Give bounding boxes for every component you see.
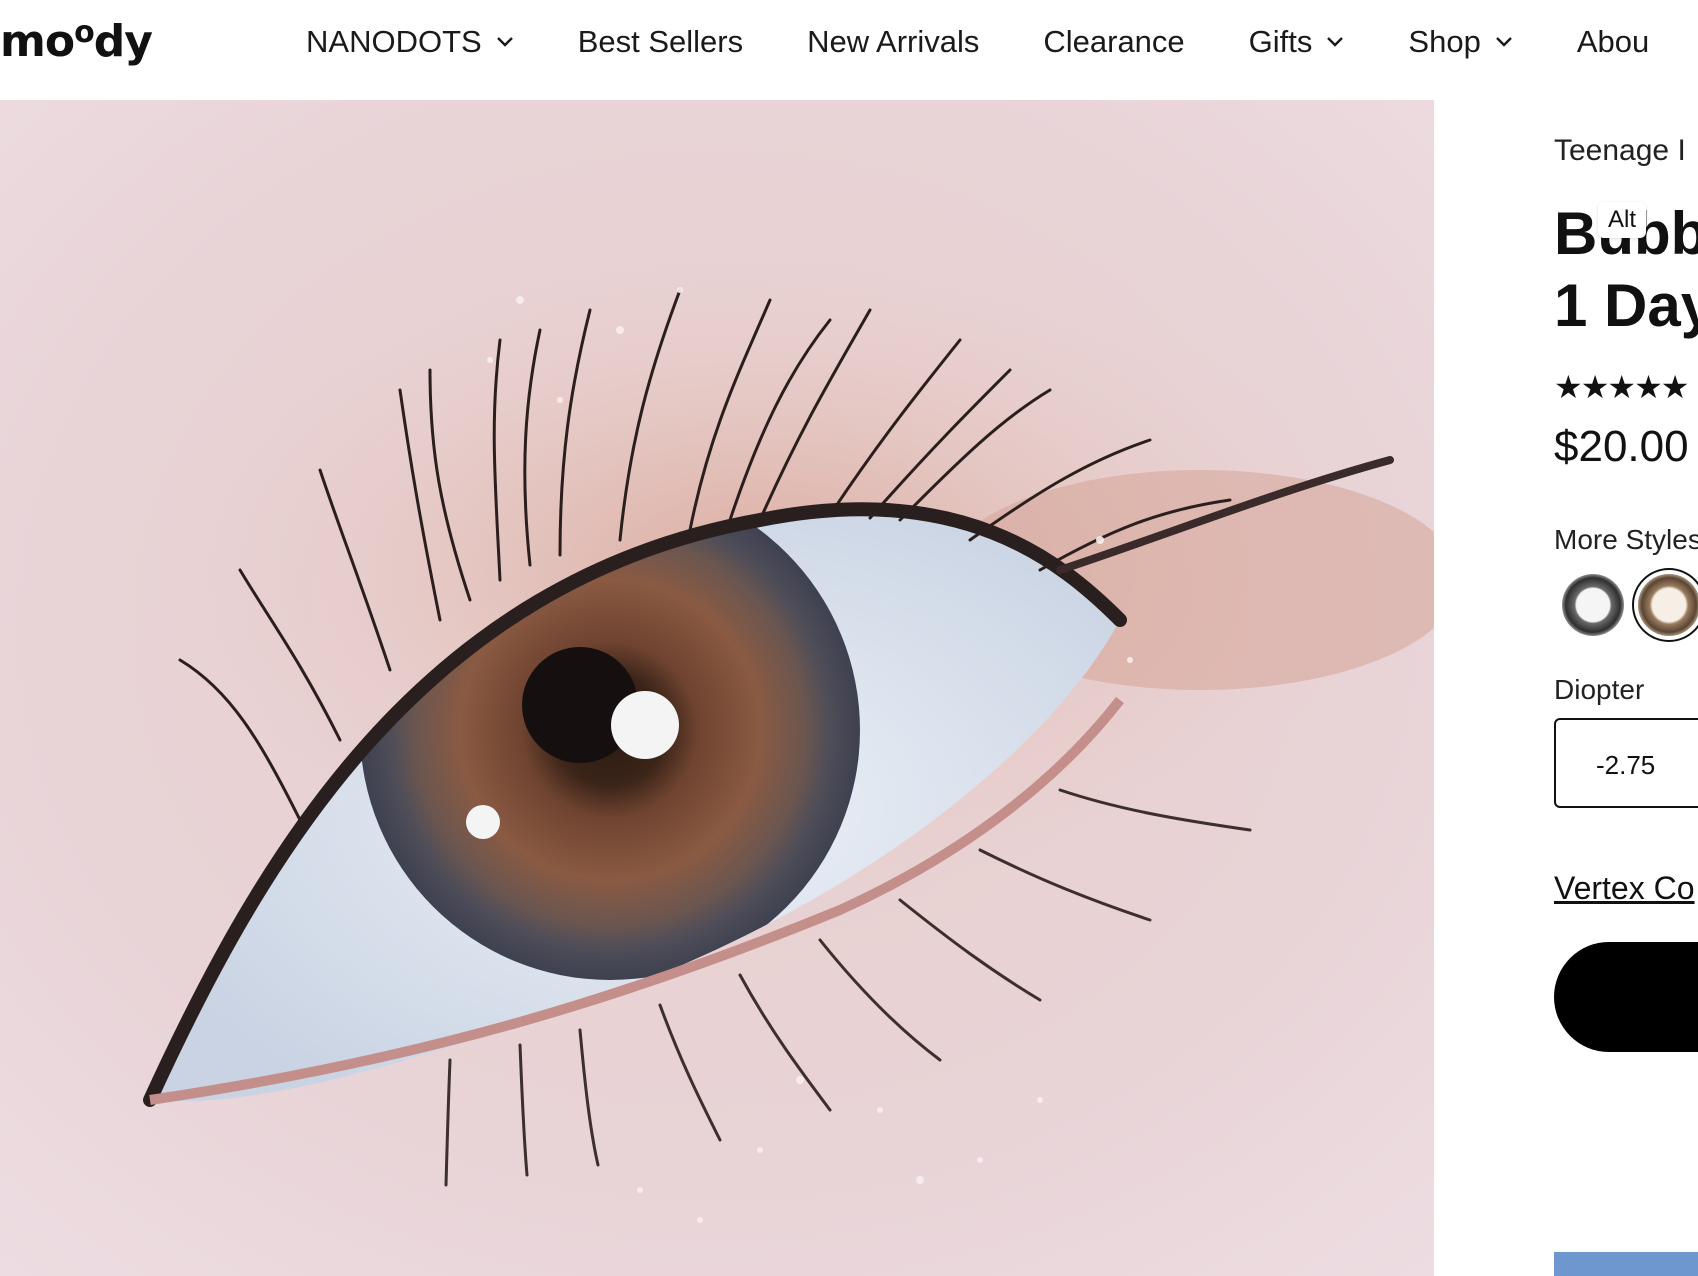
moody-logo[interactable]: moody — [0, 14, 153, 75]
vertex-conversion-link[interactable]: Vertex Co — [1554, 870, 1695, 907]
collection-name[interactable]: Teenage I — [1554, 134, 1686, 168]
product-hero-image[interactable] — [0, 100, 1434, 1276]
chevron-down-icon — [496, 37, 513, 47]
nav-gifts[interactable]: Gifts — [1249, 24, 1345, 60]
alt-tooltip: Alt — [1598, 202, 1647, 238]
main-nav: NANODOTS Best Sellers New Arrivals Clear… — [306, 0, 1698, 84]
diopter-value: -2.75 — [1596, 750, 1656, 780]
chevron-down-icon — [1327, 37, 1344, 47]
nav-nanodots[interactable]: NANODOTS — [306, 24, 514, 60]
product-info-panel: Teenage I Bubb 1 Day Alt ★★★★★ $20.00 Mo… — [1554, 100, 1698, 1276]
diopter-select[interactable]: -2.75 — [1554, 718, 1698, 808]
chevron-down-icon — [1495, 37, 1512, 47]
style-swatch-grey[interactable] — [1562, 574, 1624, 636]
add-to-cart-button[interactable] — [1554, 942, 1698, 1052]
promo-banner[interactable] — [1554, 1252, 1698, 1276]
eye-closeup-image — [0, 100, 1434, 1276]
rating-stars[interactable]: ★★★★★ — [1554, 368, 1689, 406]
diopter-label: Diopter — [1554, 674, 1645, 705]
nav-shop[interactable]: Shop — [1408, 24, 1512, 60]
style-swatch-brown-selected[interactable] — [1638, 574, 1698, 636]
nav-new-arrivals[interactable]: New Arrivals — [807, 24, 979, 60]
site-header: moody NANODOTS Best Sellers New Arrivals… — [0, 0, 1698, 100]
nav-clearance[interactable]: Clearance — [1043, 24, 1184, 60]
more-styles-label: More Styles — [1554, 524, 1698, 555]
product-price: $20.00 — [1554, 422, 1689, 471]
nav-best-sellers[interactable]: Best Sellers — [578, 24, 743, 60]
nav-about[interactable]: Abou — [1577, 24, 1649, 60]
